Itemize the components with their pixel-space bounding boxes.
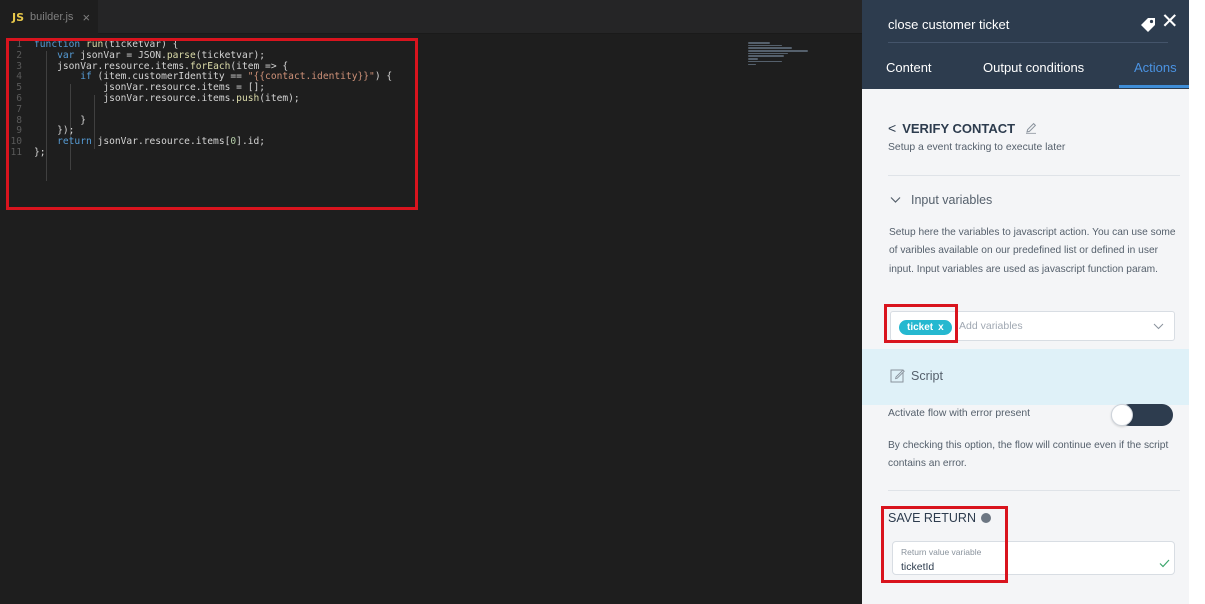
chevron-down-icon[interactable] xyxy=(1153,323,1164,330)
input-variables-toggle[interactable]: Input variables xyxy=(890,193,992,207)
minimap-line xyxy=(748,55,784,58)
check-icon xyxy=(1159,559,1170,568)
active-tab-indicator xyxy=(1119,85,1189,88)
file-tab[interactable]: JS builder.js × xyxy=(0,0,98,34)
code-editor[interactable]: JS builder.js × 1 function run(ticketvar)… xyxy=(0,0,862,604)
error-option-description: By checking this option, the flow will c… xyxy=(888,440,1169,469)
close-tab-icon[interactable]: × xyxy=(82,11,90,24)
error-option-toggle[interactable] xyxy=(1111,404,1173,426)
edit-pencil-icon[interactable] xyxy=(1025,122,1037,134)
minimap-line xyxy=(748,58,758,60)
screen: JS builder.js × 1 function run(ticketvar)… xyxy=(0,0,1205,604)
minimap-line xyxy=(748,42,770,44)
minimap-line xyxy=(748,52,788,55)
back-chevron-icon[interactable]: < xyxy=(888,120,896,136)
input-variables-heading: Input variables xyxy=(911,193,993,207)
action-subtitle: Setup a event tracking to execute later xyxy=(888,142,1066,153)
add-variables-placeholder[interactable]: Add variables xyxy=(959,320,1023,332)
minimap-line xyxy=(748,50,808,52)
divider xyxy=(888,490,1180,491)
minimap-line xyxy=(748,47,792,49)
panel-title: close customer ticket xyxy=(888,17,1010,32)
panel-header: close customer ticket ✕ Content Output c… xyxy=(862,0,1189,89)
highlight-box-code xyxy=(6,38,418,210)
edit-square-icon xyxy=(890,369,905,383)
input-variables-description: Setup here the variables to javascript a… xyxy=(889,227,1176,275)
action-title: < VERIFY CONTACT xyxy=(888,120,1037,136)
javascript-file-icon: JS xyxy=(12,10,25,24)
close-panel-icon[interactable]: ✕ xyxy=(1161,11,1179,32)
chevron-down-icon xyxy=(890,197,901,203)
toggle-knob xyxy=(1111,404,1133,426)
minimap-line xyxy=(748,60,782,63)
file-tab-label: builder.js xyxy=(30,11,74,23)
highlight-box-variable xyxy=(884,304,958,343)
highlight-box-save-return xyxy=(881,506,1008,583)
title-underline xyxy=(888,42,1168,43)
tab-content[interactable]: Content xyxy=(886,60,932,75)
editor-tab-bar: JS builder.js × xyxy=(0,0,862,34)
page-scroll-area[interactable] xyxy=(1189,0,1205,604)
minimap-line xyxy=(748,44,782,47)
error-option-label: Activate flow with error present xyxy=(888,408,1031,419)
minimap[interactable] xyxy=(748,42,818,72)
tab-output-conditions[interactable]: Output conditions xyxy=(983,60,1084,75)
action-name: VERIFY CONTACT xyxy=(902,120,1016,136)
script-label[interactable]: Script xyxy=(911,369,943,383)
tab-actions[interactable]: Actions xyxy=(1134,60,1177,75)
tag-icon[interactable] xyxy=(1139,16,1157,34)
minimap-line xyxy=(748,63,756,66)
divider xyxy=(888,175,1180,176)
